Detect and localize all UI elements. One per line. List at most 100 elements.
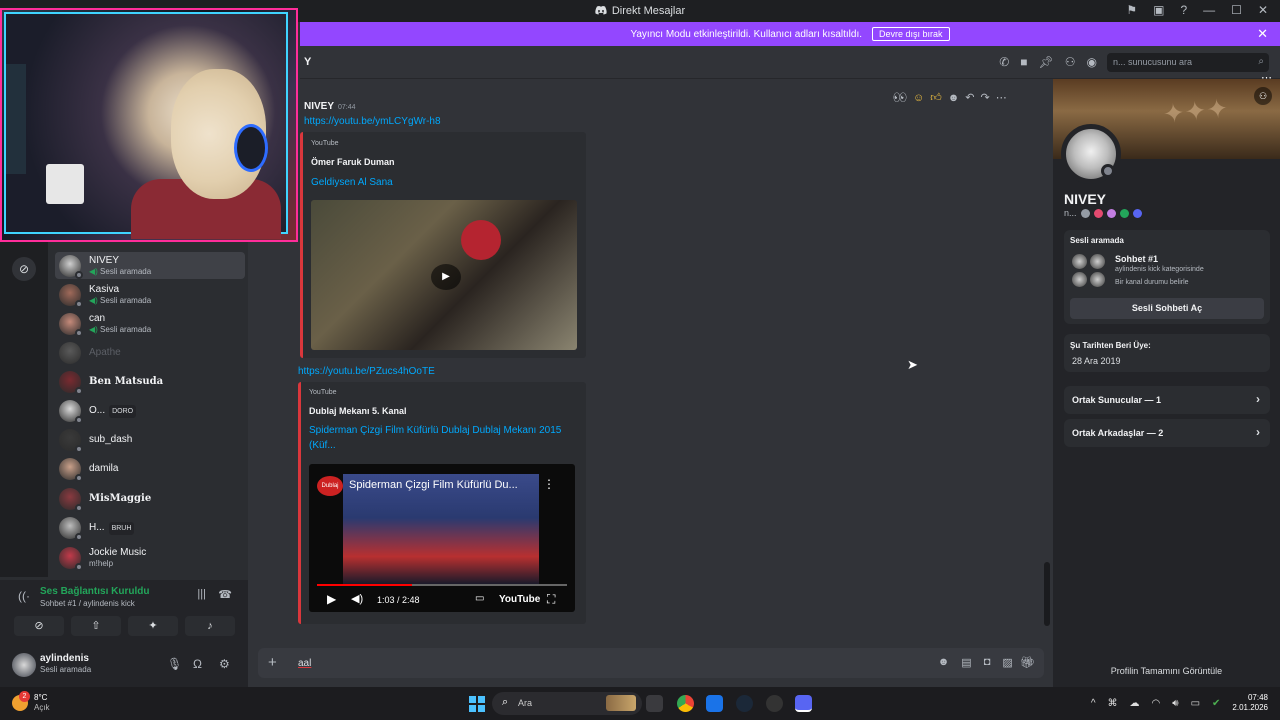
taskbar-search[interactable]: ⌕ Ara	[492, 692, 642, 715]
embed-title[interactable]: Spiderman Çizgi Film Küfürlü Dublaj Dubl…	[309, 423, 569, 453]
video-call-icon[interactable]: ■	[1020, 55, 1027, 69]
microphone-icon[interactable]: 🎙︎	[167, 657, 182, 671]
member-list-item[interactable]: sub_dash	[55, 426, 245, 453]
member-server-tag[interactable]: DORO	[109, 405, 137, 418]
open-voice-chat-button[interactable]: Sesli Sohbeti Aç	[1070, 298, 1264, 319]
pinned-messages-icon[interactable]: 📌︎	[1039, 55, 1054, 69]
member-avatar[interactable]	[59, 516, 83, 541]
help-icon[interactable]: ?	[1180, 3, 1187, 17]
gif-icon[interactable]: ▤	[961, 656, 971, 669]
voice-status-subtitle[interactable]: Sohbet #1 / aylindenis kick	[40, 599, 135, 608]
embed-provider[interactable]: YouTube	[311, 140, 339, 147]
badge-2-icon[interactable]	[1093, 208, 1103, 218]
disable-streamer-mode-button[interactable]: Devre dışı bırak	[872, 27, 950, 41]
youtube-logo[interactable]: YouTube	[499, 594, 540, 605]
apps-icon[interactable]: ☻	[938, 656, 950, 669]
member-avatar[interactable]	[59, 370, 83, 395]
volume-icon[interactable]: ◀)	[351, 592, 363, 605]
member-avatar[interactable]	[59, 341, 81, 364]
badge-4-icon[interactable]	[1119, 208, 1129, 218]
add-reaction-icon[interactable]: ☻	[948, 92, 960, 104]
video-player[interactable]: Dublaj Mekanı Spiderman Çizgi Film Küfür…	[309, 464, 575, 612]
profile-more-icon[interactable]: ⋯	[1261, 71, 1272, 84]
add-friends-icon[interactable]: ⚇	[1065, 55, 1076, 69]
member-list-item[interactable]: NIVEY ◀) Sesli aramada	[55, 252, 245, 279]
banner-close-icon[interactable]: ✕	[1257, 26, 1268, 42]
voice-channel-name[interactable]: Sohbet #1	[1115, 254, 1158, 264]
windows-start-icon[interactable]	[469, 696, 485, 712]
reply-icon[interactable]: ↶	[965, 91, 974, 104]
member-list-item[interactable]: H... BRUH	[55, 514, 245, 541]
wifi-icon[interactable]: ◠	[1152, 698, 1161, 709]
fullscreen-icon[interactable]: ⛶	[547, 592, 555, 607]
member-list-item[interactable]: can ◀) Sesli aramada	[55, 310, 245, 337]
embed-author[interactable]: Ömer Faruk Duman	[311, 157, 395, 167]
badge-1-icon[interactable]	[1080, 208, 1090, 218]
member-avatar[interactable]	[59, 399, 83, 424]
profile-name[interactable]: NIVEY	[1064, 191, 1106, 207]
store-icon[interactable]	[706, 695, 723, 712]
video-menu-icon[interactable]: ⋮	[543, 477, 555, 491]
video-title[interactable]: Spiderman Çizgi Film Küfürlü Du...	[349, 479, 518, 491]
eyes-reaction-icon[interactable]: 👀︎	[893, 91, 907, 104]
play-icon[interactable]: ▶	[327, 592, 336, 606]
member-list-item[interactable]: Ben Matsuda	[55, 368, 245, 395]
play-icon[interactable]: ▶	[431, 264, 461, 290]
message-author[interactable]: NIVEY	[304, 101, 334, 112]
member-list-item[interactable]: MisMaggie	[55, 485, 245, 512]
app-icon[interactable]	[766, 695, 783, 712]
dm-recipient-name[interactable]: Y	[304, 56, 311, 68]
signal-icon[interactable]: ((·	[18, 589, 30, 603]
forward-icon[interactable]: ↷	[981, 91, 990, 104]
app-tray-icon[interactable]: ☁	[1130, 698, 1140, 709]
soundboard-button[interactable]: ♪	[185, 616, 235, 636]
progress-track[interactable]	[317, 584, 567, 586]
discord-taskbar-icon[interactable]	[795, 695, 812, 712]
gift-icon[interactable]: 🎁︎	[1020, 656, 1034, 669]
clock[interactable]: 07:48 2.01.2026	[1232, 693, 1268, 713]
sticker-icon[interactable]: ◘	[984, 656, 991, 669]
member-list-item[interactable]: damila	[55, 455, 245, 482]
chrome-icon[interactable]	[677, 695, 694, 712]
mutual-friends-row[interactable]: Ortak Arkadaşlar — 2 ›	[1064, 419, 1270, 447]
member-server-tag[interactable]: BRUH	[108, 522, 135, 535]
member-avatar[interactable]	[59, 312, 83, 337]
add-friend-icon[interactable]: ⚇	[1254, 87, 1272, 105]
headphones-icon[interactable]: Ω	[193, 657, 202, 671]
badge-3-icon[interactable]	[1106, 208, 1116, 218]
member-avatar[interactable]	[59, 254, 83, 279]
weather-widget[interactable]: 2 8°C Açık	[12, 691, 50, 713]
user-profile-icon[interactable]: ◉	[1087, 55, 1097, 69]
channel-status-setter[interactable]: Bir kanal durumu belirle	[1115, 279, 1189, 286]
message-link-2[interactable]: https://youtu.be/PZucs4hOoTE	[298, 366, 435, 377]
attach-plus-icon[interactable]: +	[268, 654, 277, 671]
disconnect-icon[interactable]: ☎	[218, 588, 232, 601]
thumbsup-reaction-icon[interactable]: 👍︎	[930, 91, 942, 104]
chat-scrollbar[interactable]	[1044, 562, 1050, 626]
activities-button[interactable]: ✦	[128, 616, 178, 636]
mutual-servers-row[interactable]: Ortak Sunucular — 1 ›	[1064, 386, 1270, 414]
sync-icon[interactable]: ✔	[1212, 698, 1220, 709]
member-list-item[interactable]: O... DORO	[55, 397, 245, 424]
member-list-item[interactable]: Kasiva ◀) Sesli aramada	[55, 281, 245, 308]
avatar[interactable]	[12, 653, 36, 677]
captions-icon[interactable]: ▭	[475, 593, 484, 604]
embed-title[interactable]: Geldiysen Al Sana	[311, 175, 393, 190]
close-window-button[interactable]: ✕	[1258, 3, 1268, 17]
smile-reaction-icon[interactable]: ☺	[913, 92, 924, 104]
volume-icon[interactable]: 🔊︎	[1172, 698, 1178, 709]
minimize-button[interactable]: —	[1203, 3, 1215, 17]
file-explorer-icon[interactable]	[646, 695, 663, 712]
message-input-value[interactable]: aal	[298, 658, 311, 669]
member-avatar[interactable]	[59, 283, 83, 308]
member-list-item[interactable]: Apathe	[55, 339, 245, 366]
maximize-button[interactable]: ☐	[1231, 3, 1242, 17]
usb-icon[interactable]: ⌘	[1108, 698, 1118, 709]
user-name[interactable]: aylindenis	[40, 653, 89, 664]
screen-share-button[interactable]: ⇧	[71, 616, 121, 636]
flag-icon[interactable]: ⚑	[1126, 3, 1137, 17]
noise-suppression-icon[interactable]: |||	[197, 588, 206, 600]
member-avatar[interactable]	[59, 457, 83, 482]
camera-off-button[interactable]: ⊘	[14, 616, 64, 636]
member-list-item[interactable]: Jockie Music m!help	[55, 544, 245, 571]
